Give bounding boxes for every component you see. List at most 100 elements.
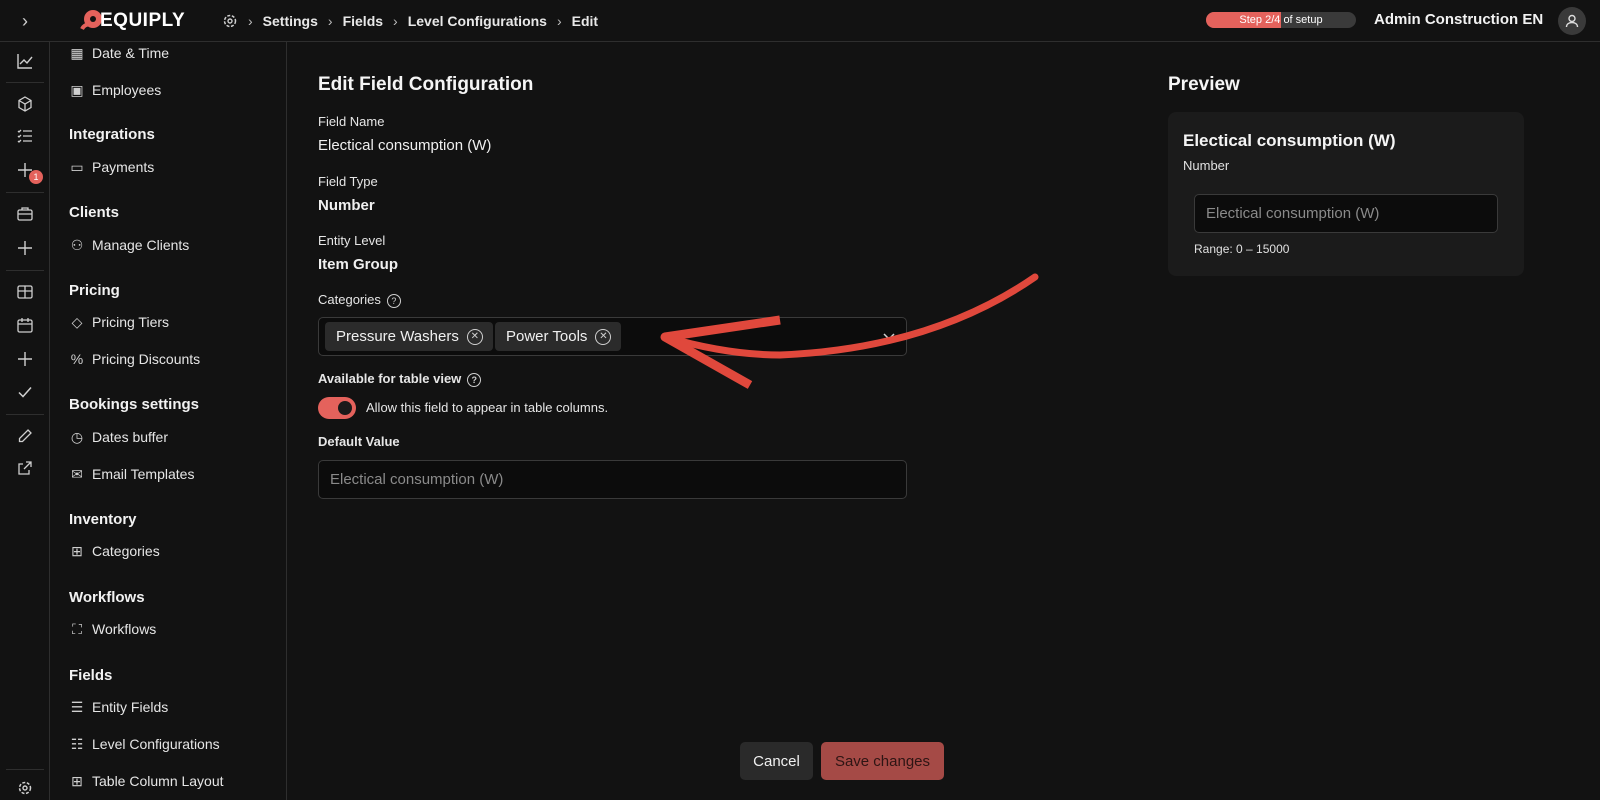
calendar-clock-icon: ▦ <box>70 44 84 61</box>
nav-item-label: Employees <box>92 82 162 98</box>
table-icon: ⊞ <box>71 772 83 789</box>
category-chip: Power Tools ✕ <box>495 322 622 351</box>
user-icon <box>1565 14 1579 28</box>
clock-icon: ◷ <box>70 428 84 445</box>
nav-item-level-configurations[interactable]: ☷ Level Configurations <box>69 733 220 755</box>
credit-card-icon: ▭ <box>70 158 84 175</box>
nav-item-email-templates[interactable]: ✉ Email Templates <box>69 463 194 485</box>
category-chip-label: Power Tools <box>506 328 588 345</box>
field-type-label: Field Type <box>318 174 378 189</box>
avatar[interactable] <box>1558 7 1586 35</box>
nav-item-label: Dates buffer <box>92 429 169 445</box>
pencil-icon[interactable] <box>13 424 37 448</box>
category-chip-label: Pressure Washers <box>336 328 459 345</box>
breadcrumb: › Settings › Fields › Level Configuratio… <box>222 0 598 42</box>
nav-item-pricing-tiers[interactable]: ◇ Pricing Tiers <box>69 311 169 333</box>
preview-title: Electical consumption (W) <box>1183 131 1396 150</box>
chevron-right-icon: › <box>22 10 28 31</box>
brand-name: EQUIPLY <box>100 10 186 31</box>
grid-icon: ⊞ <box>71 542 83 559</box>
remove-chip-icon[interactable]: ✕ <box>595 328 612 345</box>
rail-divider <box>6 769 44 770</box>
nav-item-label: Entity Fields <box>92 699 169 715</box>
nav-item-label: Manage Clients <box>92 237 190 253</box>
nav-item-table-column-layout[interactable]: ⊞ Table Column Layout <box>69 770 224 792</box>
remove-chip-icon[interactable]: ✕ <box>466 328 483 345</box>
rail-divider <box>6 82 44 83</box>
checklist-icon[interactable] <box>13 124 37 148</box>
breadcrumb-settings[interactable]: Settings <box>263 13 318 29</box>
default-value-input[interactable] <box>318 460 907 499</box>
categories-label: Categories <box>318 292 381 307</box>
field-name-label: Field Name <box>318 114 385 129</box>
analytics-icon[interactable] <box>13 49 37 73</box>
cancel-button[interactable]: Cancel <box>740 742 813 780</box>
mail-icon: ✉ <box>71 465 83 482</box>
nav-item-label: Level Configurations <box>92 736 220 752</box>
tag-icon: ◇ <box>71 313 83 330</box>
nav-section-workflows: Workflows <box>69 589 145 606</box>
entity-level-label: Entity Level <box>318 233 386 248</box>
expand-sidebar-button[interactable]: › <box>0 0 50 42</box>
setup-progress[interactable]: Step 2/4 of setup <box>1206 12 1356 28</box>
nav-item-pricing-discounts[interactable]: % Pricing Discounts <box>69 348 200 370</box>
table-icon[interactable] <box>13 280 37 304</box>
help-icon[interactable]: ? <box>386 293 401 308</box>
nav-item-entity-fields[interactable]: ☰ Entity Fields <box>69 696 169 718</box>
nav-item-workflows[interactable]: ⛶ Workflows <box>69 618 156 640</box>
nav-section-pricing: Pricing <box>69 282 120 299</box>
chevron-right-icon: › <box>327 13 333 29</box>
rail-divider <box>6 414 44 415</box>
nav-item-employees[interactable]: ▣ Employees <box>69 79 161 101</box>
id-card-icon: ▣ <box>70 81 84 98</box>
user-name[interactable]: Admin Construction EN <box>1374 0 1543 42</box>
help-icon[interactable]: ? <box>467 372 482 387</box>
page-title: Edit Field Configuration <box>318 74 534 95</box>
save-button[interactable]: Save changes <box>821 742 944 780</box>
nav-item-label: Table Column Layout <box>92 773 224 789</box>
preview-card: Electical consumption (W) Number Range: … <box>1168 112 1524 276</box>
nav-section-bookings-settings: Bookings settings <box>69 396 200 413</box>
plus-icon[interactable] <box>13 236 37 260</box>
brand-logo[interactable]: EQUIPLY <box>78 5 185 37</box>
list-icon: ☰ <box>70 698 84 715</box>
nav-item-payments[interactable]: ▭ Payments <box>69 156 154 178</box>
plus-icon[interactable] <box>13 347 37 371</box>
breadcrumb-fields[interactable]: Fields <box>343 13 383 29</box>
gear-icon[interactable] <box>222 13 238 29</box>
table-view-label-row: Available for table view? <box>318 371 482 387</box>
checkmark-icon[interactable] <box>13 380 37 404</box>
plus-icon[interactable] <box>13 158 37 182</box>
settings-nav: ▦ Date & Time ▣ Employees Integrations ▭ Pa… <box>50 42 287 800</box>
table-view-toggle[interactable] <box>318 397 356 419</box>
icon-rail: 1 <box>0 42 50 800</box>
workflow-icon: ⛶ <box>72 620 82 637</box>
nav-item-label: Email Templates <box>92 466 195 482</box>
setup-progress-label: Step 2/4 of setup <box>1239 14 1323 26</box>
breadcrumb-level-configurations[interactable]: Level Configurations <box>408 13 547 29</box>
percent-icon: % <box>70 351 84 367</box>
gear-icon[interactable] <box>13 776 37 800</box>
categories-label-row: Categories? <box>318 292 401 308</box>
chevron-down-icon[interactable] <box>882 329 896 343</box>
preview-input[interactable] <box>1194 194 1498 233</box>
briefcase-icon[interactable] <box>13 202 37 226</box>
nav-item-categories[interactable]: ⊞ Categories <box>69 540 160 562</box>
nav-item-label: Date & Time <box>92 45 170 61</box>
nav-item-label: Pricing Tiers <box>92 314 170 330</box>
sliders-icon: ☷ <box>70 735 84 752</box>
calendar-icon[interactable] <box>13 313 37 337</box>
users-icon: ⚇ <box>70 236 84 253</box>
breadcrumb-edit: Edit <box>571 13 599 29</box>
external-link-icon[interactable] <box>13 456 37 480</box>
nav-section-fields: Fields <box>69 667 113 684</box>
box-icon[interactable] <box>13 92 37 116</box>
categories-multiselect[interactable]: Pressure Washers ✕ Power Tools ✕ <box>318 317 907 356</box>
nav-section-integrations: Integrations <box>69 126 155 143</box>
nav-item-date-time[interactable]: ▦ Date & Time <box>69 42 169 64</box>
nav-item-manage-clients[interactable]: ⚇ Manage Clients <box>69 234 190 256</box>
table-view-description: Allow this field to appear in table colu… <box>366 400 609 415</box>
nav-item-dates-buffer[interactable]: ◷ Dates buffer <box>69 426 168 448</box>
chevron-right-icon: › <box>556 13 562 29</box>
nav-item-label: Workflows <box>92 621 157 637</box>
